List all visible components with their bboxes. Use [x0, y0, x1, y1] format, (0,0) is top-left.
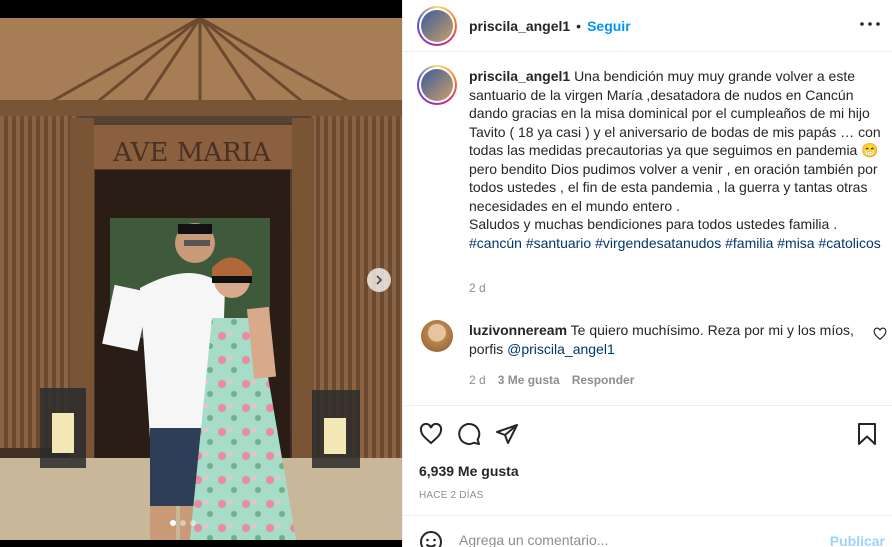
bookmark-icon[interactable] — [855, 422, 879, 446]
hashtag-link[interactable]: #santuario — [526, 235, 591, 251]
comment: luzivonneream Te quiero muchísimo. Reza … — [469, 321, 859, 359]
author-avatar[interactable] — [417, 5, 457, 46]
chevron-right-icon — [376, 275, 383, 285]
comment-input[interactable] — [459, 532, 799, 547]
commenter-username[interactable]: luzivonneream — [469, 322, 567, 338]
add-comment-bar: Publicar — [403, 515, 892, 547]
comments-section[interactable]: priscila_angel1 Una bendición muy muy gr… — [403, 53, 892, 405]
post-details-panel: priscila_angel1 • Seguir priscila_angel1… — [402, 0, 892, 547]
author-username[interactable]: priscila_angel1 — [469, 18, 570, 34]
ave-maria-sign: AVE MARIA — [112, 138, 272, 168]
hashtag-link[interactable]: #familia — [725, 235, 773, 251]
heart-icon[interactable] — [419, 422, 443, 446]
paper-plane-icon[interactable] — [495, 422, 519, 446]
likes-count[interactable]: 6,939 Me gusta — [419, 463, 519, 479]
comment-bubble-icon[interactable] — [457, 422, 481, 446]
caption: priscila_angel1 Una bendición muy muy gr… — [469, 67, 889, 252]
more-horizontal-icon[interactable] — [858, 12, 882, 36]
carousel-next-button[interactable] — [367, 268, 391, 292]
post-header: priscila_angel1 • Seguir — [403, 0, 892, 52]
caption-timestamp[interactable]: 2 d — [469, 281, 486, 295]
carousel-dot — [180, 520, 186, 526]
carousel-indicator — [170, 520, 196, 526]
comment-meta: 2 d 3 Me gusta Responder — [469, 373, 634, 387]
hashtag-link[interactable]: #catolicos — [819, 235, 881, 251]
hashtags: #cancún #santuario #virgendesatanudos #f… — [469, 235, 881, 251]
post-photo[interactable]: AVE MARIA — [0, 18, 402, 540]
caption-username[interactable]: priscila_angel1 — [469, 68, 570, 84]
post-time-ago[interactable]: HACE 2 DÍAS — [419, 490, 483, 501]
post-comment-button[interactable]: Publicar — [830, 533, 885, 547]
mention-link[interactable]: @priscila_angel1 — [507, 341, 615, 357]
hashtag-link[interactable]: #misa — [777, 235, 814, 251]
separator-dot: • — [576, 17, 582, 34]
hashtag-link[interactable]: #virgendesatanudos — [595, 235, 721, 251]
follow-button[interactable]: Seguir — [587, 18, 631, 34]
comment-timestamp[interactable]: 2 d — [469, 373, 486, 387]
post-media: AVE MARIA — [0, 0, 402, 547]
smiley-icon[interactable] — [419, 530, 443, 547]
carousel-dot — [190, 520, 196, 526]
grin-emoji: 😁 — [861, 142, 879, 158]
caption-text-cont: pero bendito Dios pudimos volver a venir… — [469, 160, 878, 214]
comment-like-heart-icon[interactable] — [873, 327, 889, 343]
caption-text-end: Saludos y muchas bendiciones para todos … — [469, 216, 838, 232]
hashtag-link[interactable]: #cancún — [469, 235, 522, 251]
comment-likes[interactable]: 3 Me gusta — [498, 373, 560, 387]
carousel-dot — [170, 520, 176, 526]
reply-button[interactable]: Responder — [572, 373, 635, 387]
commenter-avatar[interactable] — [421, 320, 453, 352]
caption-avatar[interactable] — [417, 65, 457, 105]
